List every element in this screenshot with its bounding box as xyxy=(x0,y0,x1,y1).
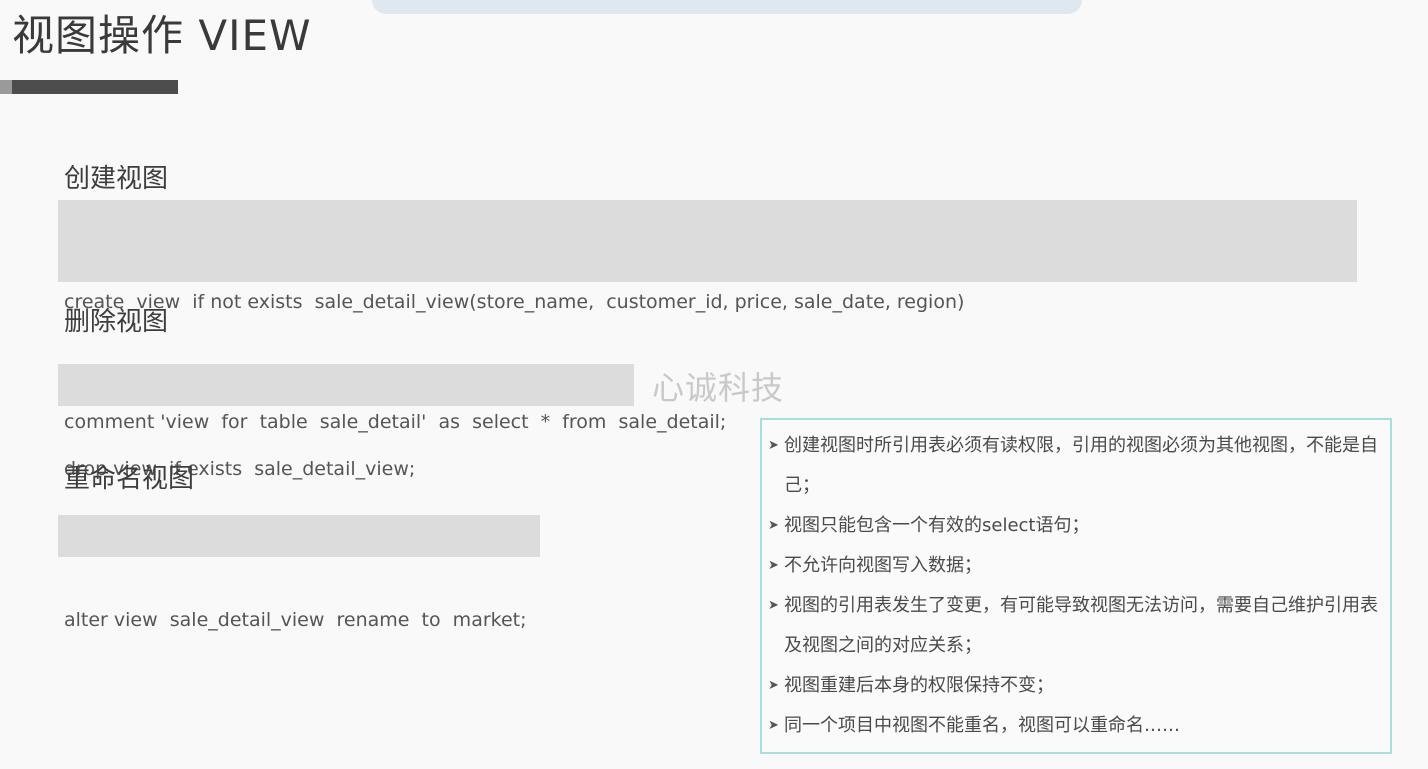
triangle-right-icon: ➤ xyxy=(768,518,779,533)
section-heading-create-view: 创建视图 xyxy=(64,164,169,194)
code-line: alter view sale_detail_view rename to ma… xyxy=(64,609,527,631)
triangle-right-icon: ➤ xyxy=(768,678,779,693)
note-item: ➤ 不允许向视图写入数据； xyxy=(768,546,1382,586)
note-text: 不允许向视图写入数据； xyxy=(784,555,982,576)
slide-title: 视图操作 VIEW xyxy=(12,11,312,60)
note-text: 视图只能包含一个有效的select语句； xyxy=(784,515,1090,536)
code-block-rename-view: alter view sale_detail_view rename to ma… xyxy=(58,515,540,631)
code-line: create view if not exists sale_detail_vi… xyxy=(64,291,965,313)
note-item: ➤ 同一个项目中视图不能重名，视图可以重命名…… xyxy=(768,706,1382,746)
note-item: ➤ 视图重建后本身的权限保持不变； xyxy=(768,666,1382,706)
triangle-right-icon: ➤ xyxy=(768,718,779,733)
triangle-right-icon: ➤ xyxy=(768,598,779,613)
note-text: 同一个项目中视图不能重名，视图可以重命名…… xyxy=(784,715,1180,736)
notes-box: ➤ 创建视图时所引用表必须有读权限，引用的视图必须为其他视图，不能是自己； ➤ … xyxy=(760,418,1392,754)
note-text: 创建视图时所引用表必须有读权限，引用的视图必须为其他视图，不能是自己； xyxy=(784,435,1378,496)
note-item: ➤ 视图只能包含一个有效的select语句； xyxy=(768,506,1382,546)
triangle-right-icon: ➤ xyxy=(768,438,779,453)
note-text: 视图重建后本身的权限保持不变； xyxy=(784,675,1054,696)
title-underline-accent xyxy=(0,80,12,94)
note-text: 视图的引用表发生了变更，有可能导致视图无法访问，需要自己维护引用表及视图之间的对… xyxy=(784,595,1378,656)
note-item: ➤ 视图的引用表发生了变更，有可能导致视图无法访问，需要自己维护引用表及视图之间… xyxy=(768,586,1382,666)
code-block-drop-view: drop view if exists sale_detail_view; xyxy=(58,364,634,480)
section-heading-rename-view: 重命名视图 xyxy=(64,464,195,494)
watermark-text: 心诚科技 xyxy=(652,369,785,407)
title-underline-bar xyxy=(0,80,178,94)
code-block-create-view: create view if not exists sale_detail_vi… xyxy=(58,200,1357,433)
triangle-right-icon: ➤ xyxy=(768,558,779,573)
top-banner-decoration xyxy=(372,0,1082,14)
note-item: ➤ 创建视图时所引用表必须有读权限，引用的视图必须为其他视图，不能是自己； xyxy=(768,426,1382,506)
section-heading-drop-view: 删除视图 xyxy=(64,307,169,337)
